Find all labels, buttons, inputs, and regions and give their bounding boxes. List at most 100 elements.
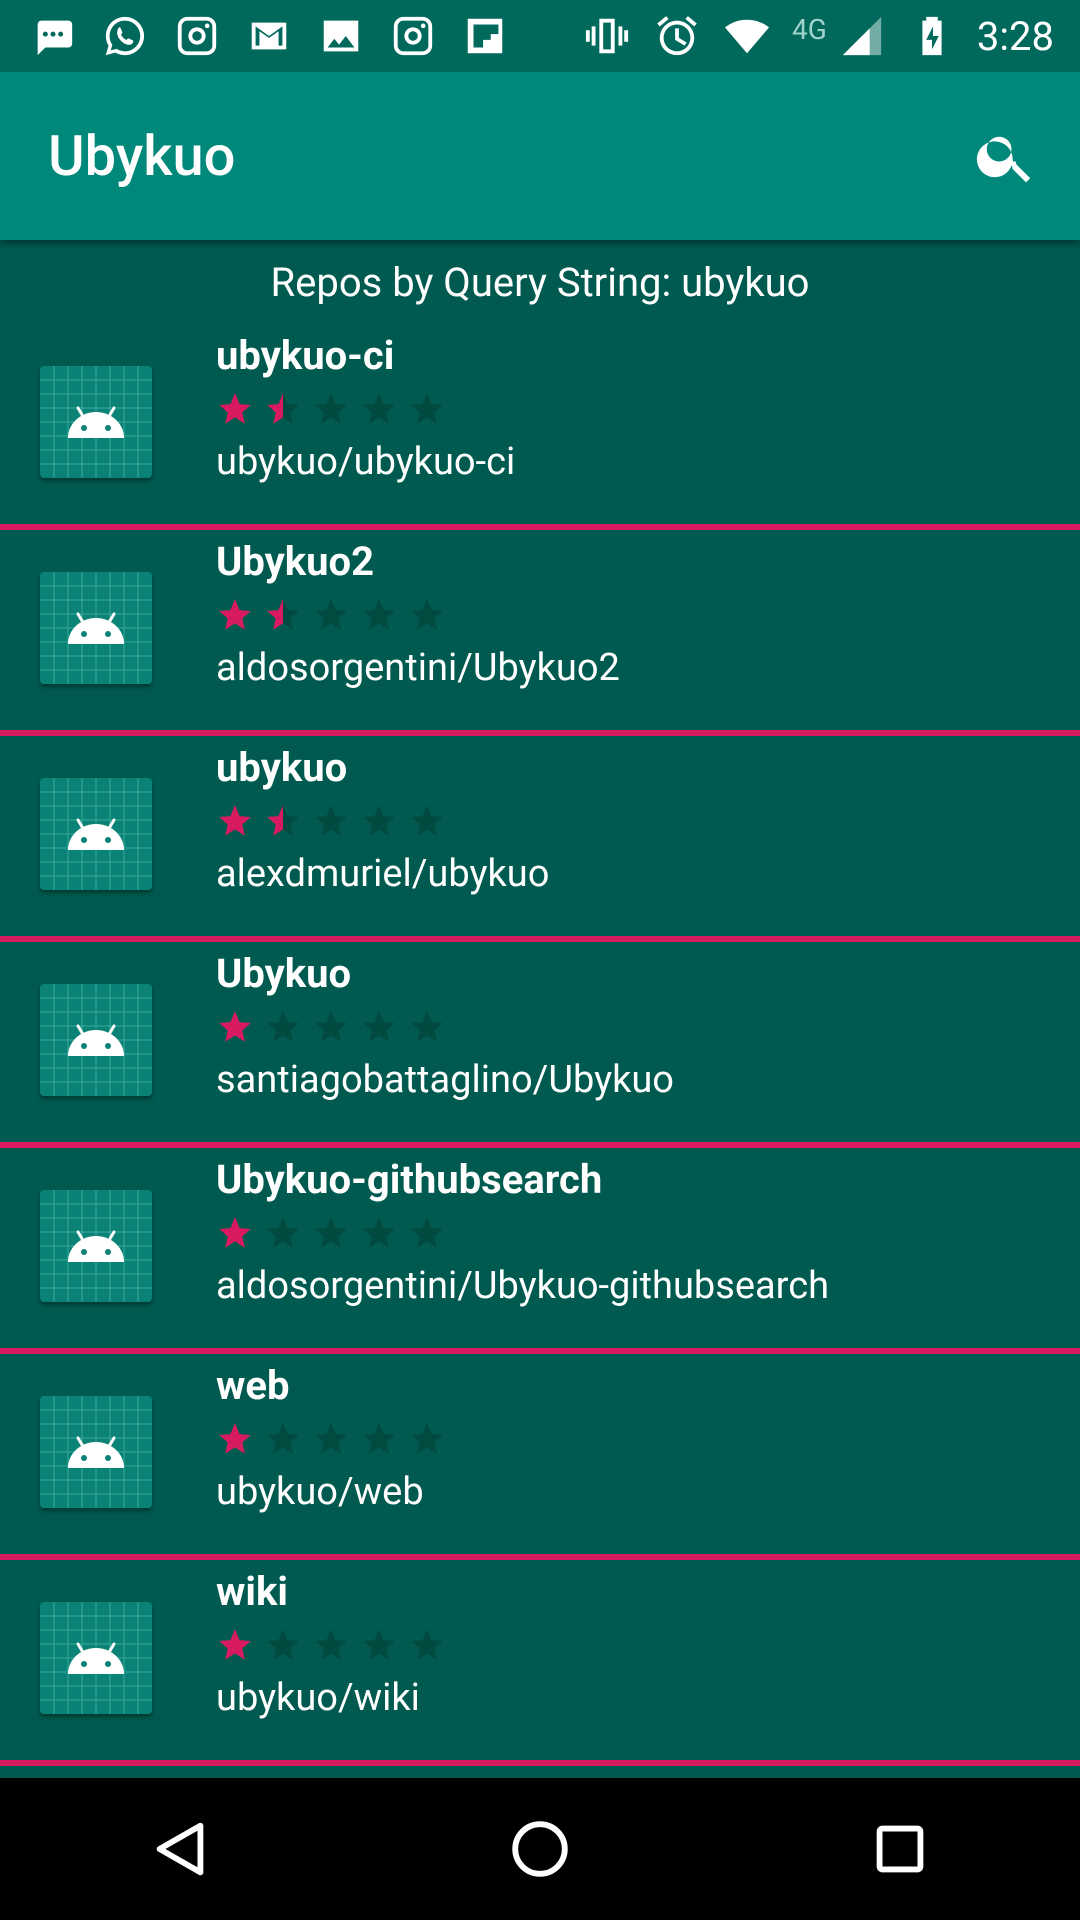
star-rating [216,1420,446,1458]
repo-name: wiki [216,1568,288,1615]
star-rating [216,390,446,428]
repo-list-item[interactable]: web ubykuo/web [0,1354,1080,1560]
star-rating [216,802,446,840]
android-avatar-icon [40,1190,152,1302]
query-header: Repos by Query String: ubykuo [270,258,810,306]
star-icon [315,599,347,630]
repo-list-item[interactable]: wiki ubykuo/wiki [0,1560,1080,1766]
star-icon [219,393,251,424]
repo-full-path: aldosorgentini/Ubykuo-githubsearch [216,1264,830,1308]
repo-results[interactable]: Repos by Query String: ubykuo ubykuo-ci u… [0,240,1080,1778]
android-avatar-icon [40,1602,152,1714]
repo-list-item[interactable]: Ubykuo santiagobattaglino/Ubykuo [0,942,1080,1148]
instagram-icon [388,11,438,61]
star-icon [219,1423,251,1454]
repo-list: ubykuo-ci ubykuo/ubykuo-ci Ubykuo2 aldosorg… [0,324,1080,1766]
flipboard-icon [460,11,510,61]
star-icon [315,1423,347,1454]
network-type-label: 4G [792,12,827,46]
whatsapp-icon [100,11,150,61]
android-avatar-icon [40,1396,152,1508]
search-button[interactable] [970,120,1042,192]
navigation-bar [0,1778,1080,1920]
alarm-icon [652,11,702,61]
star-icon [411,805,443,836]
repo-name: Ubykuo [216,950,352,997]
repo-full-path: santiagobattaglino/Ubykuo [216,1058,674,1102]
star-icon [411,1629,443,1660]
star-icon [363,1011,395,1042]
star-icon [219,599,251,630]
recents-icon [876,1825,924,1873]
star-icon [411,1423,443,1454]
repo-full-path: ubykuo/web [216,1470,424,1514]
star-icon [267,599,299,630]
clock: 3:28 [976,12,1054,60]
star-icon [411,1011,443,1042]
android-avatar-icon [40,572,152,684]
star-icon [219,1217,251,1248]
back-icon [156,1822,204,1876]
home-button[interactable] [495,1804,585,1894]
star-icon [411,393,443,424]
recents-button[interactable] [855,1804,945,1894]
star-rating [216,1214,446,1252]
repo-name: web [216,1362,290,1409]
message-icon [28,11,78,61]
repo-name: ubykuo [216,744,348,791]
star-icon [411,1217,443,1248]
repo-list-item[interactable]: ubykuo-ci ubykuo/ubykuo-ci [0,324,1080,530]
repo-full-path: alexdmuriel/ubykuo [216,852,550,896]
star-icon [315,1629,347,1660]
star-icon [267,393,299,424]
star-icon [267,1423,299,1454]
star-icon [363,599,395,630]
repo-list-item[interactable]: Ubykuo2 aldosorgentini/Ubykuo2 [0,530,1080,736]
star-icon [315,1011,347,1042]
star-icon [363,1423,395,1454]
repo-name: Ubykuo-githubsearch [216,1156,603,1203]
wifi-icon [722,11,772,61]
star-icon [267,805,299,836]
star-icon [363,805,395,836]
app-title: Ubykuo [48,123,236,189]
system-status-icons: 4G 3:28 [582,11,1080,61]
repo-list-item[interactable]: Ubykuo-githubsearch aldosorgentini/Ubykuo… [0,1148,1080,1354]
star-icon [363,1217,395,1248]
star-icon [267,1629,299,1660]
notification-icons [0,11,510,61]
vibrate-icon [582,11,632,61]
back-button[interactable] [135,1804,225,1894]
star-icon [363,393,395,424]
signal-icon [837,11,887,61]
status-bar: 4G 3:28 [0,0,1080,72]
star-rating [216,1008,446,1046]
repo-name: ubykuo-ci [216,332,395,379]
instagram-icon [172,11,222,61]
star-rating [216,1626,446,1664]
star-icon [315,1217,347,1248]
star-icon [363,1629,395,1660]
app-bar: Ubykuo [0,72,1080,240]
star-icon [219,1011,251,1042]
star-icon [315,805,347,836]
home-icon [512,1821,568,1877]
battery-charging-icon [907,11,957,61]
star-icon [219,1629,251,1660]
gallery-icon [316,11,366,61]
repo-list-item[interactable]: ubykuo alexdmuriel/ubykuo [0,736,1080,942]
star-icon [315,393,347,424]
star-icon [411,599,443,630]
repo-name: Ubykuo2 [216,538,375,585]
star-icon [219,805,251,836]
android-avatar-icon [40,366,152,478]
android-avatar-icon [40,984,152,1096]
star-icon [267,1217,299,1248]
search-icon [976,136,1031,183]
star-icon [267,1011,299,1042]
repo-full-path: aldosorgentini/Ubykuo2 [216,646,620,690]
repo-full-path: ubykuo/wiki [216,1676,420,1720]
android-avatar-icon [40,778,152,890]
star-rating [216,596,446,634]
gmail-icon [244,11,294,61]
